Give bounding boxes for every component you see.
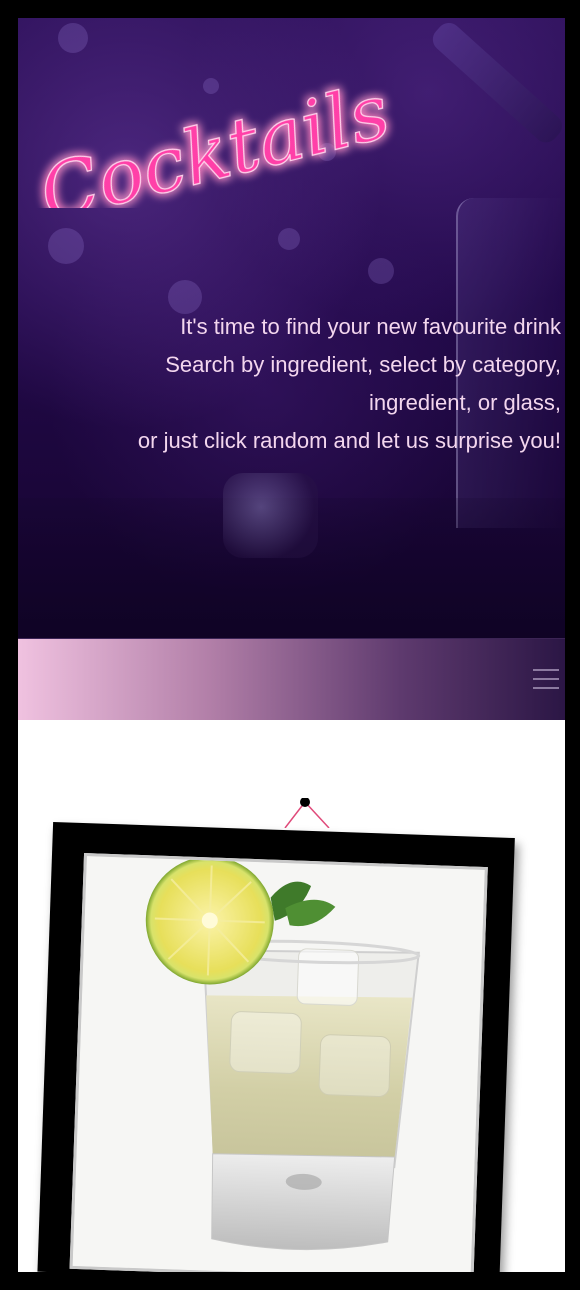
picture-hanger <box>284 798 330 828</box>
ice-cube <box>223 473 318 558</box>
tagline-line: Search by ingredient, select by category… <box>165 352 561 377</box>
hamburger-menu-icon[interactable] <box>533 669 559 689</box>
bokeh-light <box>48 228 84 264</box>
menu-line <box>533 669 559 671</box>
framed-cocktail-picture[interactable] <box>37 821 515 1272</box>
navigation-bar <box>18 638 565 721</box>
bokeh-light <box>368 258 394 284</box>
hero-banner: Cocktails It's time to find your new fav… <box>18 18 565 638</box>
picture-mat <box>69 853 488 1272</box>
tagline-line: ingredient, or glass, <box>369 390 561 415</box>
tagline-line: or just click random and let us surprise… <box>137 428 561 453</box>
bokeh-light <box>278 228 300 250</box>
cocktails-neon-logo: Cocktails <box>30 65 398 208</box>
logo-text: Cocktails <box>31 66 398 208</box>
menu-line <box>533 678 559 680</box>
hero-tagline: It's time to find your new favourite dri… <box>31 308 561 460</box>
app-screen: Cocktails It's time to find your new fav… <box>18 18 565 1272</box>
menu-line <box>533 687 559 689</box>
featured-section <box>18 720 565 1272</box>
tagline-line: It's time to find your new favourite dri… <box>180 314 561 339</box>
cocktail-photo <box>72 856 485 1272</box>
